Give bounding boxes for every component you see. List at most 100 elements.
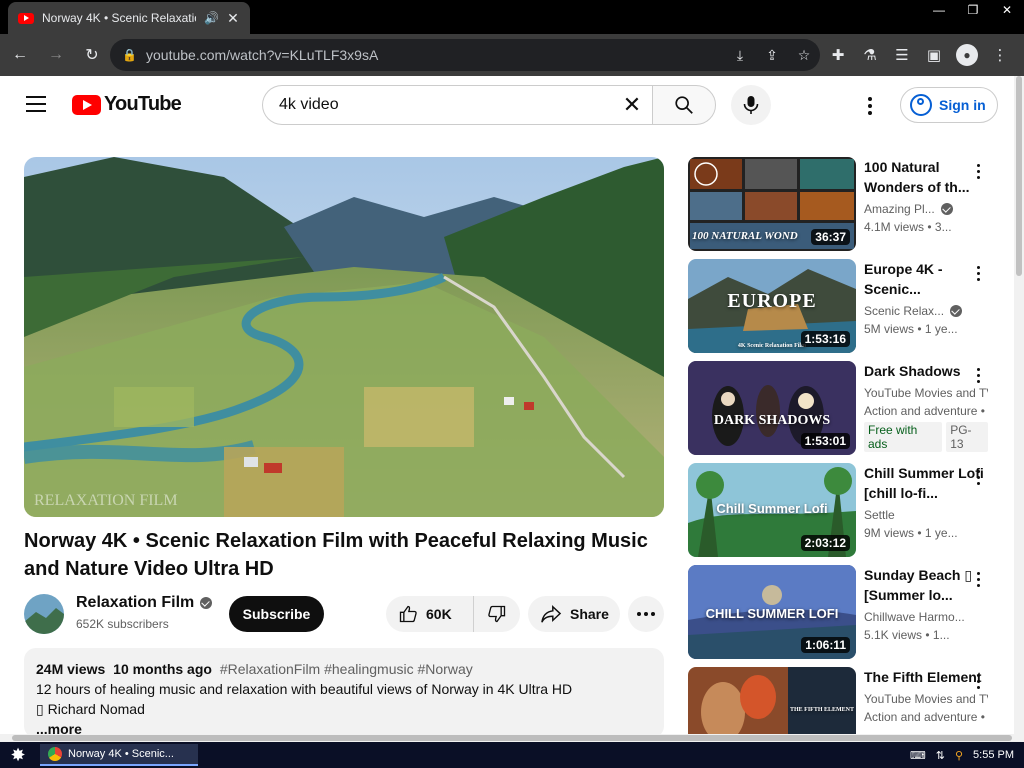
related-thumbnail[interactable]: THE FIFTH ELEMENT: [688, 667, 856, 734]
share-button[interactable]: Share: [528, 596, 620, 632]
like-button[interactable]: 60K: [386, 596, 474, 632]
related-channel[interactable]: Scenic Relax...: [864, 302, 988, 320]
subscribe-button[interactable]: Subscribe: [229, 596, 324, 632]
install-icon[interactable]: ⤓: [724, 47, 756, 64]
search-input[interactable]: 4k video: [279, 96, 612, 114]
sign-in-button[interactable]: Sign in: [900, 87, 998, 123]
search-box[interactable]: 4k video ✕: [262, 85, 652, 125]
related-video-item[interactable]: THE FIFTH ELEMENT The Fifth Element YouT…: [688, 667, 1008, 734]
related-video-item[interactable]: DARK SHADOWS 1:53:01 Dark Shadows YouTub…: [688, 361, 1008, 455]
related-thumbnail[interactable]: CHILL SUMMER LOFI 1:06:11: [688, 565, 856, 659]
keyboard-icon[interactable]: ⌨: [910, 749, 926, 762]
reload-icon[interactable]: ↻: [76, 39, 108, 71]
related-views: 5.1K views: [864, 628, 923, 642]
settings-menu-icon[interactable]: [858, 94, 882, 118]
related-info: Dark Shadows YouTube Movies and TV Actio…: [864, 361, 988, 452]
clock[interactable]: 5:55 PM: [973, 749, 1014, 761]
search-tray-icon[interactable]: ⚲: [955, 749, 963, 762]
hashtags[interactable]: #RelaxationFilm #healingmusic #Norway: [220, 661, 473, 677]
related-channel-name[interactable]: Amazing Pl...: [864, 200, 935, 218]
related-menu-icon[interactable]: [973, 467, 983, 487]
related-title[interactable]: The Fifth Element: [864, 667, 988, 687]
description-box[interactable]: 24M views 10 months ago #RelaxationFilm …: [24, 648, 664, 738]
youtube-logo[interactable]: YouTube: [72, 93, 182, 116]
restore-button[interactable]: ❐: [956, 0, 990, 20]
related-channel[interactable]: Chillwave Harmo...: [864, 608, 988, 626]
microphone-icon: [743, 96, 759, 114]
related-menu-icon[interactable]: [973, 365, 983, 385]
share-page-icon[interactable]: ⇪: [756, 47, 788, 64]
related-thumbnail[interactable]: DARK SHADOWS 1:53:01: [688, 361, 856, 455]
horizontal-scrollbar[interactable]: [0, 734, 1024, 742]
youtube-favicon-icon: [18, 12, 34, 24]
related-title[interactable]: 100 Natural Wonders of th...: [864, 157, 988, 197]
related-thumbnail[interactable]: EUROPE 4K Scenic Relaxation Film 1:53:16: [688, 259, 856, 353]
forward-icon[interactable]: →: [40, 39, 72, 71]
related-info: The Fifth Element YouTube Movies and TV …: [864, 667, 988, 726]
speaker-icon[interactable]: 🔊: [204, 11, 219, 25]
video-duration: 36:37: [811, 229, 850, 245]
search-button[interactable]: [652, 85, 716, 125]
share-label: Share: [570, 606, 609, 622]
horizontal-scroll-thumb[interactable]: [12, 735, 1012, 741]
related-title[interactable]: Sunday Beach ▯ [Summer lo...: [864, 565, 988, 605]
related-channel-name[interactable]: YouTube Movies and TV: [864, 384, 988, 402]
related-video-item[interactable]: CHILL SUMMER LOFI 1:06:11 Sunday Beach ▯…: [688, 565, 1008, 659]
related-title[interactable]: Europe 4K - Scenic...: [864, 259, 988, 299]
related-menu-icon[interactable]: [973, 263, 983, 283]
related-channel[interactable]: YouTube Movies and TV: [864, 384, 988, 402]
related-menu-icon[interactable]: [973, 569, 983, 589]
clear-search-icon[interactable]: ✕: [612, 92, 652, 118]
browser-tab[interactable]: Norway 4K • Scenic Relaxation 🔊 ✕: [8, 2, 250, 34]
dislike-button[interactable]: [474, 604, 520, 624]
related-meta: Action and adventure •: [864, 710, 985, 724]
channel-name[interactable]: Relaxation Film: [76, 594, 213, 612]
related-channel[interactable]: Amazing Pl...: [864, 200, 988, 218]
vertical-scrollbar[interactable]: [1014, 76, 1024, 734]
related-channel-name[interactable]: YouTube Movies and TV: [864, 690, 988, 708]
taskbar-chrome-item[interactable]: Norway 4K • Scenic...: [40, 744, 198, 766]
labs-flask-icon[interactable]: ⚗: [854, 46, 886, 64]
start-menu-icon[interactable]: ✸: [0, 742, 36, 768]
bookmark-star-icon[interactable]: ☆: [788, 47, 820, 64]
related-channel[interactable]: YouTube Movies and TV: [864, 690, 988, 708]
close-window-button[interactable]: ✕: [990, 0, 1024, 20]
related-channel-name[interactable]: Chillwave Harmo...: [864, 608, 965, 626]
channel-avatar[interactable]: [24, 594, 64, 634]
voice-search-button[interactable]: [731, 85, 771, 125]
url-text[interactable]: youtube.com/watch?v=KLuTLF3x9sA: [146, 47, 724, 63]
related-menu-icon[interactable]: [973, 671, 983, 691]
close-tab-icon[interactable]: ✕: [226, 10, 240, 27]
address-bar[interactable]: 🔒 youtube.com/watch?v=KLuTLF3x9sA ⤓ ⇪ ☆: [110, 39, 820, 71]
extensions-icon[interactable]: ✚: [822, 46, 854, 64]
related-video-item[interactable]: 100 NATURAL WOND 36:37 100 Natural Wonde…: [688, 157, 1008, 251]
lock-icon[interactable]: 🔒: [122, 48, 140, 62]
vertical-scroll-thumb[interactable]: [1016, 76, 1022, 276]
related-channel-name[interactable]: Scenic Relax...: [864, 302, 944, 320]
related-title[interactable]: Dark Shadows: [864, 361, 988, 381]
channel-name-text[interactable]: Relaxation Film: [76, 594, 194, 612]
related-channel[interactable]: Settle: [864, 506, 988, 524]
related-menu-icon[interactable]: [973, 161, 983, 181]
video-player[interactable]: RELAXATION FILM: [24, 157, 664, 517]
network-icon[interactable]: ⇅: [936, 749, 945, 762]
thumbnail-caption: DARK SHADOWS: [713, 413, 831, 428]
side-panel-icon[interactable]: ▣: [918, 46, 950, 64]
back-icon[interactable]: ←: [4, 39, 36, 71]
related-thumbnail[interactable]: Chill Summer Lofi 2:03:12: [688, 463, 856, 557]
related-video-item[interactable]: EUROPE 4K Scenic Relaxation Film 1:53:16…: [688, 259, 1008, 353]
related-video-item[interactable]: Chill Summer Lofi 2:03:12 Chill Summer L…: [688, 463, 1008, 557]
related-channel-name[interactable]: Settle: [864, 506, 895, 524]
tab-title: Norway 4K • Scenic Relaxation: [42, 11, 196, 25]
browser-menu-icon[interactable]: ⋮: [984, 46, 1016, 64]
os-taskbar: ✸ Norway 4K • Scenic... ⌨ ⇅ ⚲ 5:55 PM: [0, 742, 1024, 768]
related-title[interactable]: Chill Summer Lofi [chill lo-fi...: [864, 463, 988, 503]
video-title: Norway 4K • Scenic Relaxation Film with …: [24, 530, 648, 580]
profile-avatar-icon[interactable]: ●: [956, 44, 978, 66]
reading-list-icon[interactable]: ☰: [886, 46, 918, 64]
more-actions-button[interactable]: [628, 596, 664, 632]
description-line-2: ▯ Richard Nomad: [36, 701, 145, 717]
related-thumbnail[interactable]: 100 NATURAL WOND 36:37: [688, 157, 856, 251]
hamburger-menu-icon[interactable]: [26, 96, 46, 112]
minimize-button[interactable]: —: [922, 0, 956, 20]
